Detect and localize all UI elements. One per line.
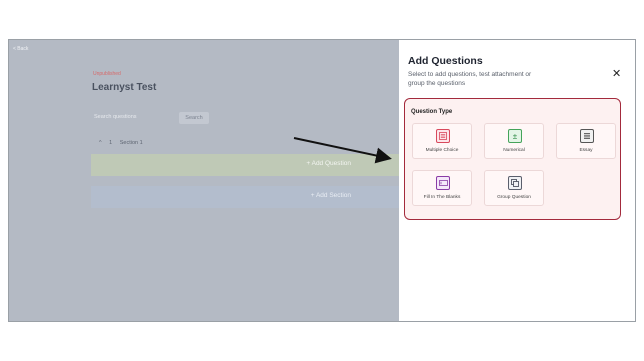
annotation-arrow bbox=[293, 137, 392, 164]
